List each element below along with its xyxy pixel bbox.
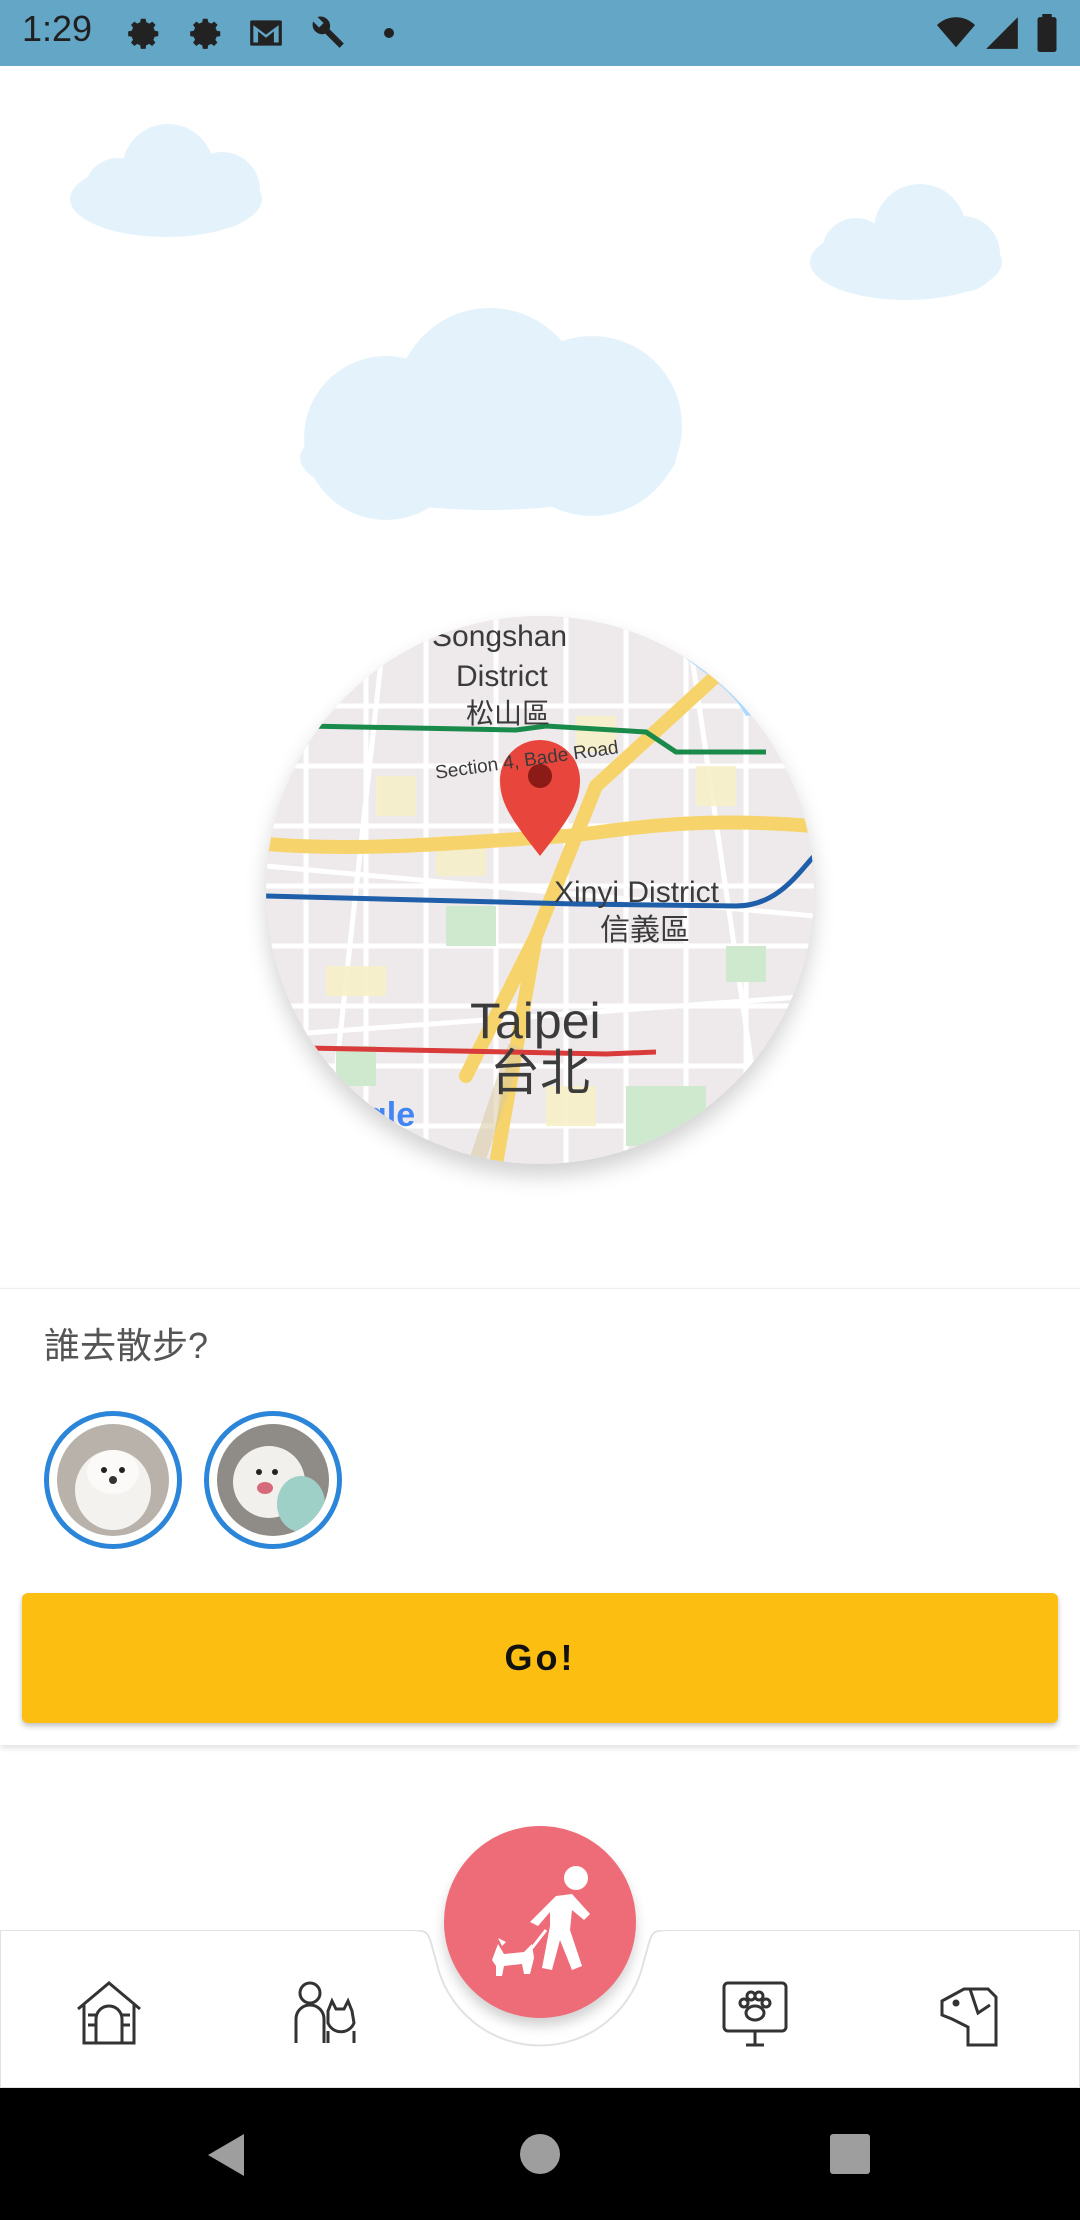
cloud-small-left [70,124,262,237]
pet-photo-1 [57,1424,169,1536]
map-label-xinyi-zh: 信義區 [600,914,690,947]
walk-dog-icon [492,1866,590,1976]
map-label-xinyi: Xinyi District [554,876,720,909]
pet-avatar-2[interactable] [204,1411,342,1549]
map-label-songshan: Songshan [432,620,568,653]
clouds-decoration [70,124,1002,520]
map-label-taipei-zh: 台北 [490,1045,590,1101]
walk-card: 誰去散步? Go! [0,1288,1080,1745]
status-time: 1:29 [22,8,93,49]
settings-icon [124,14,164,52]
map-label-district: District [456,660,548,693]
cloud-small-right [810,184,1002,300]
dog-profile-icon[interactable] [934,1975,1008,2049]
gmail-icon [246,14,286,52]
wifi-icon [934,14,978,52]
wrench-icon [308,14,348,52]
signal-icon [982,14,1022,52]
map-label-taipei: Taipei [470,993,601,1049]
pet-avatar-1[interactable] [44,1411,182,1549]
cloud-large [300,308,682,520]
walk-dog-button[interactable] [444,1826,636,2018]
settings-icon [186,14,226,52]
pet-photo-2 [217,1424,329,1536]
google-logo: gle [366,1096,416,1134]
back-icon[interactable] [204,2132,248,2178]
dot-icon [384,28,394,38]
map-view[interactable]: Songshan District 松山區 Section 4, Bade Ro… [266,616,814,1164]
recents-icon[interactable] [830,2134,870,2174]
paw-sign-icon[interactable] [718,1975,792,2049]
home-icon[interactable] [520,2134,560,2174]
doghouse-icon[interactable] [72,1975,146,2049]
owner-with-dog-icon[interactable] [288,1975,362,2049]
status-bar: 1:29 [0,0,1080,66]
map-label-songshan-zh: 松山區 [466,698,551,729]
who-walks-label: 誰去散步? [44,1325,209,1366]
battery-icon [1034,14,1060,53]
android-navigation-bar [0,2088,1080,2220]
go-button[interactable]: Go! [22,1593,1058,1723]
